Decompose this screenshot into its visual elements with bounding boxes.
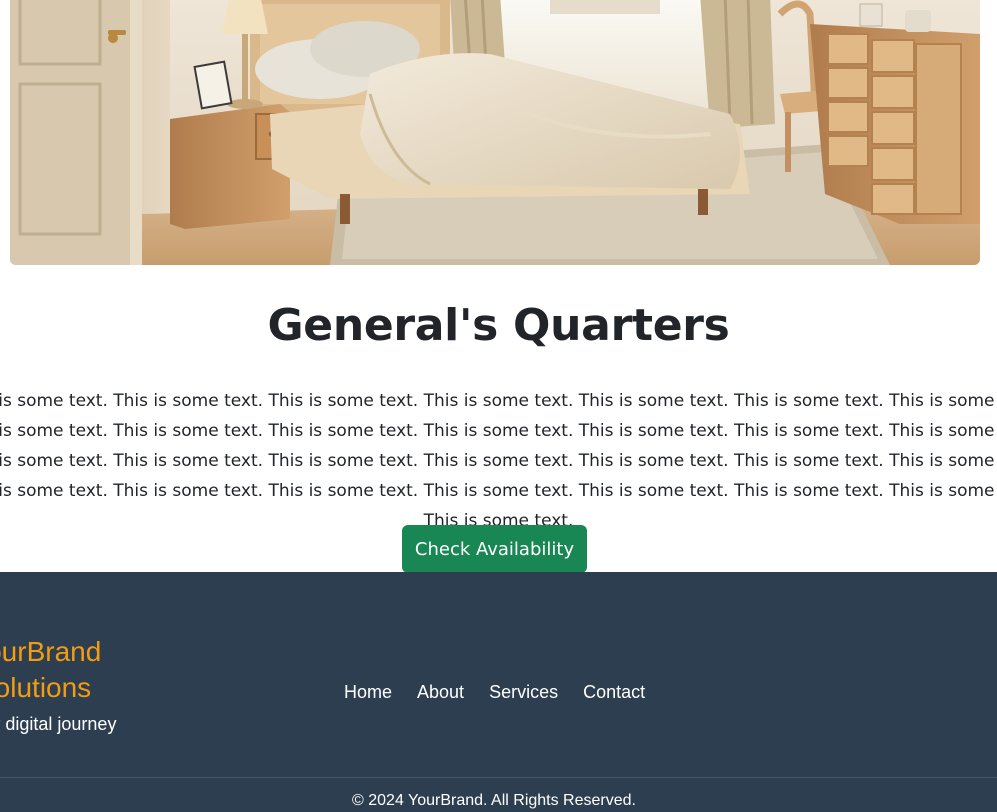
room-description: This is some text. This is some text. Th… — [0, 391, 997, 531]
footer-brand-line-1: YourBrand — [0, 636, 102, 667]
footer: YourBrand Solutions Your digital journey… — [0, 572, 997, 812]
room-title: General's Quarters — [267, 300, 730, 351]
footer-brand-line-2: Solutions — [0, 672, 92, 703]
page: General's Quarters This is some text. Th… — [0, 0, 997, 812]
check-availability-button[interactable]: Check Availability — [402, 525, 587, 573]
footer-tagline: Your digital journey — [0, 714, 117, 734]
room-image — [10, 0, 980, 265]
footer-divider — [0, 777, 997, 778]
footer-link-services[interactable]: Services — [489, 682, 558, 703]
footer-link-contact[interactable]: Contact — [583, 682, 645, 703]
copyright-text: © 2024 YourBrand. All Rights Reserved. — [352, 792, 636, 809]
footer-link-home[interactable]: Home — [344, 682, 392, 703]
footer-nav: Home About Services Contact — [344, 682, 645, 703]
footer-link-about[interactable]: About — [417, 682, 464, 703]
